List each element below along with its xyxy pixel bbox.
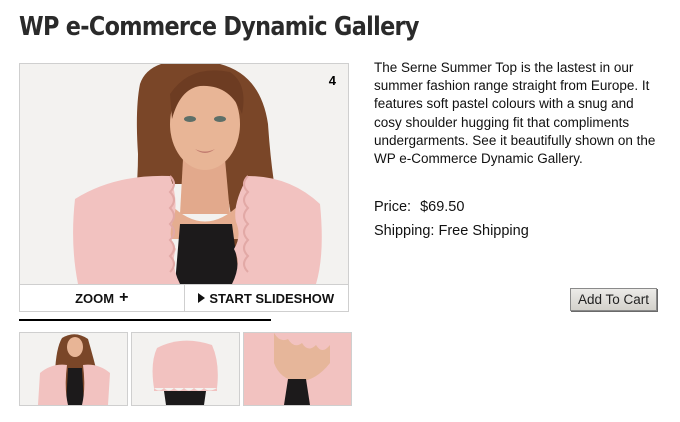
slideshow-progress-bar <box>19 319 271 321</box>
price-value: $69.50 <box>420 199 465 215</box>
image-counter: 4 <box>328 73 336 88</box>
shipping-row: Shipping: Free Shipping <box>374 223 529 239</box>
thumbnail-1[interactable] <box>19 332 128 406</box>
price-label: Price: <box>374 199 412 215</box>
shipping-value: Free Shipping <box>438 223 529 239</box>
model-photo <box>20 64 348 284</box>
play-icon <box>198 293 206 303</box>
page-title: WP e-Commerce Dynamic Gallery <box>19 12 419 42</box>
slideshow-label: START SLIDESHOW <box>209 290 335 306</box>
gallery-controls: ZOOM + START SLIDESHOW <box>19 284 349 312</box>
price-row: Price: $69.50 <box>374 199 464 215</box>
thumbnail-3[interactable] <box>243 332 352 406</box>
plus-icon: + <box>119 289 129 306</box>
shipping-label: Shipping: <box>374 223 435 239</box>
main-product-image[interactable]: 4 <box>19 63 349 285</box>
add-to-cart-button[interactable]: Add To Cart <box>570 288 657 311</box>
zoom-label: ZOOM <box>75 290 115 306</box>
zoom-button[interactable]: ZOOM + <box>20 285 184 311</box>
product-description: The Serne Summer Top is the lastest in o… <box>374 60 656 167</box>
thumbnail-2[interactable] <box>131 332 240 406</box>
start-slideshow-button[interactable]: START SLIDESHOW <box>183 285 349 311</box>
thumbnail-strip <box>19 332 352 406</box>
